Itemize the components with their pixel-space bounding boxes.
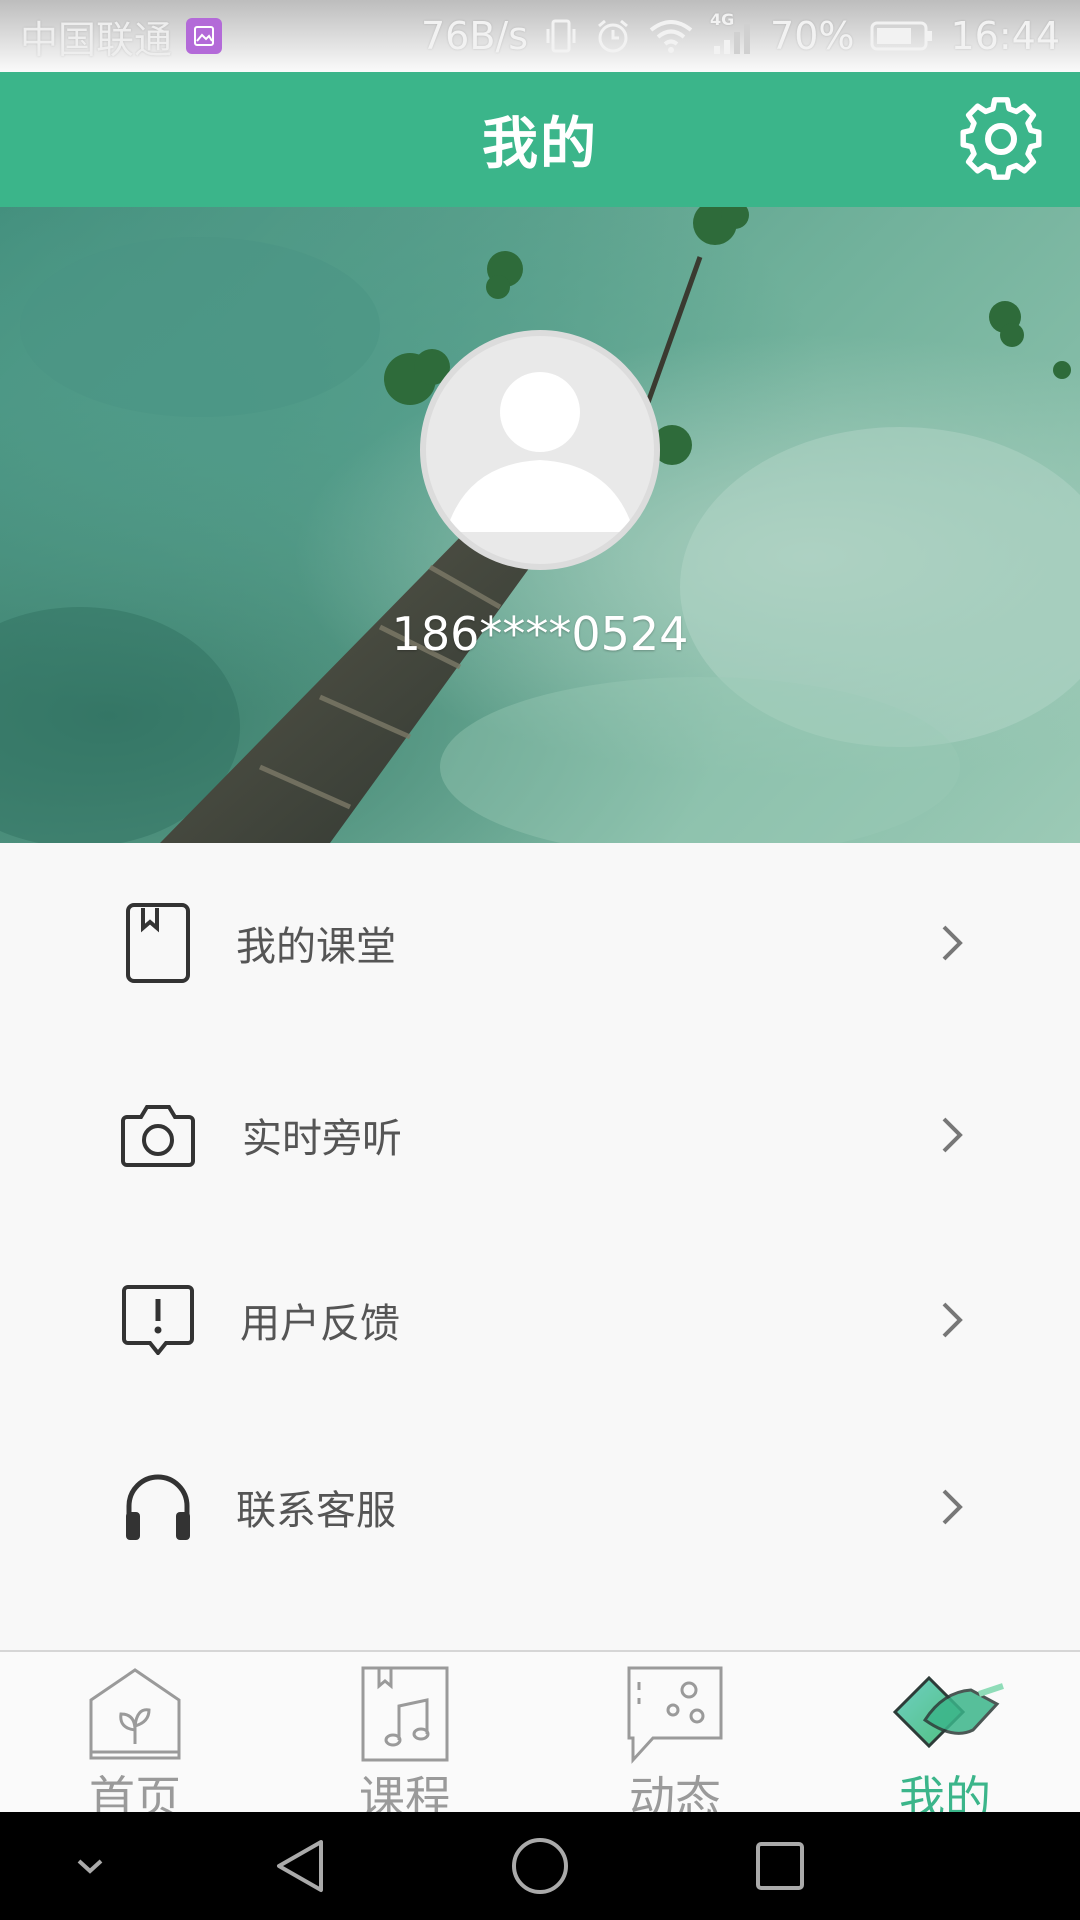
default-avatar-icon: [446, 372, 634, 532]
menu-item-contact-support[interactable]: 联系客服: [0, 1447, 1080, 1567]
alarm-icon: [594, 17, 632, 55]
exclamation-bubble-icon: [118, 1278, 198, 1362]
system-nav-bar: [0, 1812, 1080, 1920]
chevron-right-icon: [932, 913, 972, 973]
net-speed-label: 76B/s: [420, 14, 529, 58]
home-circle-icon[interactable]: [510, 1836, 570, 1896]
back-triangle-icon[interactable]: [270, 1836, 330, 1896]
profile-banner: 186****0524: [0, 207, 1080, 843]
chevron-right-icon: [932, 1290, 972, 1350]
camera-icon: [118, 1093, 198, 1177]
tab-moments[interactable]: 动态: [540, 1652, 810, 1825]
tab-home[interactable]: 首页: [0, 1652, 270, 1825]
wifi-icon: [648, 18, 694, 54]
menu-item-live-audit[interactable]: 实时旁听: [0, 1075, 1080, 1195]
battery-percent: 70%: [770, 14, 855, 58]
status-bar: 中国联通 76B/s 4G 70% 16:44: [0, 0, 1080, 72]
collapse-chevron-icon[interactable]: [60, 1836, 120, 1896]
chat-bubble-icon: [627, 1666, 723, 1764]
bookmark-book-icon: [118, 901, 198, 985]
vibrate-icon: [544, 17, 578, 55]
menu-item-label: 实时旁听: [242, 1116, 402, 1162]
headphones-icon: [118, 1465, 198, 1549]
carrier-label: 中国联通: [20, 17, 173, 62]
tab-profile[interactable]: 我的: [810, 1652, 1080, 1825]
home-plant-icon: [89, 1668, 181, 1760]
gallery-notification-icon: [186, 18, 223, 54]
menu-item-my-classroom[interactable]: 我的课堂: [0, 883, 1080, 1003]
avatar[interactable]: [420, 330, 660, 570]
menu-item-label: 我的课堂: [236, 924, 396, 970]
page-title: 我的: [482, 112, 598, 177]
app-header: 我的: [0, 72, 1080, 207]
gear-icon[interactable]: [958, 96, 1044, 182]
music-book-icon: [361, 1666, 449, 1762]
chevron-right-icon: [932, 1105, 972, 1165]
bottom-tab-bar: 首页 课程 动态 我的: [0, 1650, 1080, 1825]
recents-square-icon[interactable]: [750, 1836, 810, 1896]
tab-courses[interactable]: 课程: [270, 1652, 540, 1825]
menu-item-label: 联系客服: [236, 1488, 396, 1534]
profile-tab-icon: [892, 1675, 1004, 1749]
clock: 16:44: [950, 14, 1060, 58]
user-phone: 186****0524: [391, 607, 689, 661]
signal-icon: 4G: [710, 10, 754, 56]
chevron-right-icon: [932, 1477, 972, 1537]
menu-item-feedback[interactable]: 用户反馈: [0, 1260, 1080, 1380]
menu-item-label: 用户反馈: [240, 1301, 400, 1347]
battery-icon: [870, 19, 934, 53]
